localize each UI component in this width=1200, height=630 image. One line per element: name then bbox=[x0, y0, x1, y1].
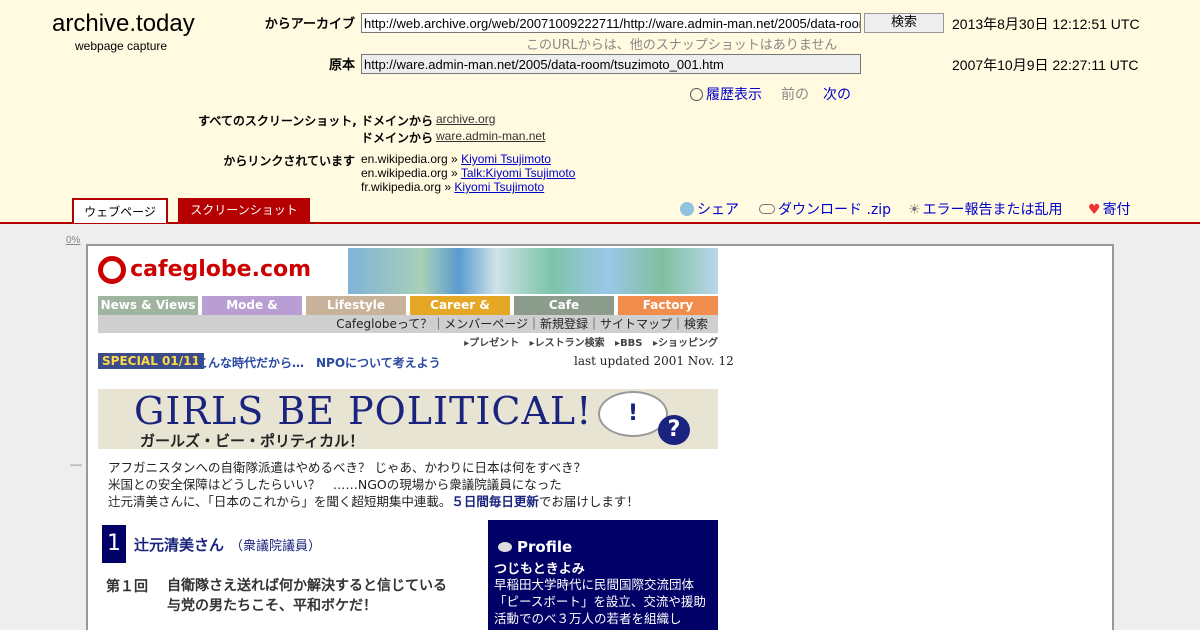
cafeglobe-logo[interactable]: cafeglobe.com bbox=[98, 256, 311, 284]
donate-button[interactable]: ♥ 寄付 bbox=[1088, 199, 1131, 219]
quick-link[interactable]: ▸ショッピング bbox=[653, 338, 718, 349]
last-updated: last updated 2001 Nov. 12 bbox=[574, 354, 734, 368]
person-name: 辻元清美さん （衆議院議員） bbox=[134, 536, 322, 554]
search-button[interactable]: 検索 bbox=[864, 13, 944, 33]
profile-box: Profile つじもときよみ 早稲田大学時代に民間国際交流団体「ピースボート」… bbox=[488, 520, 718, 630]
nav-lifestyle[interactable]: Lifestyle bbox=[306, 296, 406, 315]
episode-number: 1 bbox=[102, 525, 126, 563]
quick-links: ▸プレゼント ▸レストラン検索 ▸BBS ▸ショッピング bbox=[408, 334, 718, 349]
share-icon bbox=[680, 202, 694, 216]
profile-title: Profile bbox=[498, 538, 572, 556]
download-button[interactable]: ダウンロード .zip bbox=[759, 199, 891, 219]
special-text[interactable]: こんな時代だから… NPOについて考えよう bbox=[196, 354, 441, 371]
history-link[interactable]: 履歴表示 bbox=[690, 84, 762, 104]
nav-factory[interactable]: Factory bbox=[618, 296, 718, 315]
zoom-indicator[interactable]: 0% bbox=[66, 235, 80, 246]
main-nav: News & Views Mode & Beauty Lifestyle Car… bbox=[98, 296, 718, 331]
all-screens-label: すべてのスクリーンショット, ドメインから bbox=[198, 114, 433, 128]
archive-url-input[interactable]: http://web.archive.org/web/2007100922271… bbox=[361, 13, 861, 33]
nav-news[interactable]: News & Views bbox=[98, 296, 198, 315]
bulb-icon: ☀ bbox=[908, 202, 921, 218]
header-artwork bbox=[348, 248, 718, 294]
speech-icon bbox=[498, 542, 512, 552]
linked-from-label: からリンクされています bbox=[223, 154, 355, 168]
banner-title: GIRLS BE POLITICAL! bbox=[134, 389, 593, 433]
nav-mode[interactable]: Mode & Beauty bbox=[202, 296, 302, 331]
domain-link-ware[interactable]: ware.admin-man.net bbox=[436, 129, 545, 143]
original-url-input[interactable]: http://ware.admin-man.net/2005/data-room… bbox=[361, 54, 861, 74]
archived-page-frame: cafeglobe.com News & Views Mode & Beauty… bbox=[86, 244, 1114, 630]
next-link[interactable]: 次の bbox=[823, 84, 851, 104]
original-label: 原本 bbox=[328, 58, 355, 73]
question-icon: ? bbox=[658, 415, 690, 445]
original-date: 2007年10月9日 22:27:11 UTC bbox=[952, 57, 1139, 73]
wiki-link[interactable]: Talk:Kiyomi Tsujimoto bbox=[461, 166, 575, 180]
tab-webpage[interactable]: ウェブページ bbox=[72, 198, 168, 223]
report-button[interactable]: ☀ エラー報告または乱用 bbox=[908, 199, 1063, 219]
no-snapshots-note: このURLからは、他のスナップショットはありません bbox=[526, 38, 838, 53]
domain-link-archive[interactable]: archive.org bbox=[436, 112, 495, 126]
quick-link[interactable]: ▸レストラン検索 bbox=[530, 338, 605, 349]
gutter-dash: — bbox=[70, 457, 82, 471]
article-headline: 自衛隊さえ送れば何か解決すると信じている 与党の男たちこそ、平和ボケだ！ bbox=[167, 578, 447, 614]
intro-text: アフガニスタンへの自衛隊派遣はやめるべき？ じゃあ、かわりに日本は何をすべき？ … bbox=[108, 460, 639, 509]
clock-icon bbox=[690, 88, 703, 101]
tab-screenshot[interactable]: スクリーンショット bbox=[178, 198, 310, 223]
heart-icon: ♥ bbox=[1088, 202, 1101, 218]
nav-career[interactable]: Career & Money bbox=[410, 296, 510, 331]
girls-banner: GIRLS BE POLITICAL! ガールズ・ビー・ポリティカル！ ! ? bbox=[98, 389, 718, 450]
wiki-link[interactable]: Kiyomi Tsujimoto bbox=[454, 180, 544, 194]
profile-text: 早稲田大学時代に民間国際交流団体「ピースボート」を設立、交流や援助活動でのべ３万… bbox=[494, 577, 706, 626]
quick-link[interactable]: ▸プレゼント bbox=[464, 338, 519, 349]
domain-label: ドメインから bbox=[360, 131, 433, 145]
nav-cafe[interactable]: Cafe bbox=[514, 296, 614, 315]
chapter-label: 第１回 bbox=[106, 579, 148, 595]
wiki-link-row: en.wikipedia.org » Kiyomi Tsujimoto bbox=[361, 152, 551, 166]
site-title[interactable]: archive.today bbox=[52, 10, 195, 38]
prev-link: 前の bbox=[781, 87, 809, 103]
profile-name: つじもときよみ bbox=[494, 562, 585, 577]
share-button[interactable]: シェア bbox=[680, 199, 739, 219]
wiki-link[interactable]: Kiyomi Tsujimoto bbox=[461, 152, 551, 166]
archive-header: archive.today webpage capture からアーカイブ ht… bbox=[0, 0, 1200, 224]
sub-nav[interactable]: Cafeglobeって？｜メンバーページ｜新規登録｜サイトマップ｜検索 bbox=[98, 315, 718, 333]
site-subtitle: webpage capture bbox=[75, 39, 168, 53]
archive-date: 2013年8月30日 12:12:51 UTC bbox=[952, 16, 1140, 32]
logo-ring-icon bbox=[98, 256, 126, 284]
archive-from-label: からアーカイブ bbox=[264, 17, 355, 32]
cloud-download-icon bbox=[759, 204, 775, 214]
banner-subtitle: ガールズ・ビー・ポリティカル！ bbox=[140, 432, 365, 450]
wiki-link-row: en.wikipedia.org » Talk:Kiyomi Tsujimoto bbox=[361, 166, 576, 180]
quick-link[interactable]: ▸BBS bbox=[615, 338, 642, 349]
special-badge: SPECIAL 01/11 bbox=[98, 353, 204, 369]
wiki-link-row: fr.wikipedia.org » Kiyomi Tsujimoto bbox=[361, 180, 545, 194]
